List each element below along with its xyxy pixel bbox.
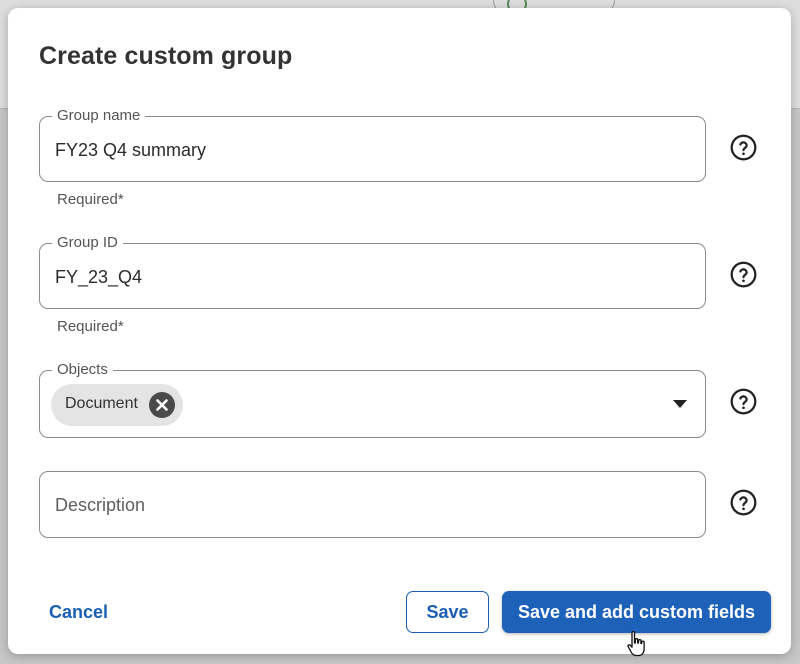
group-id-value: FY_23_Q4 — [55, 267, 143, 287]
save-button[interactable]: Save — [406, 591, 489, 633]
question-circle-icon[interactable] — [730, 261, 757, 288]
caret-down-icon[interactable] — [673, 400, 687, 408]
group-id-helper: Required* — [57, 318, 124, 335]
object-chip-document: Document — [51, 384, 183, 426]
close-circle-icon[interactable] — [149, 392, 175, 418]
chip-label: Document — [65, 395, 138, 412]
dialog-title: Create custom group — [39, 42, 293, 70]
save-and-add-custom-fields-button[interactable]: Save and add custom fields — [502, 591, 771, 633]
question-circle-icon[interactable] — [730, 134, 757, 161]
group-name-field[interactable]: Group name FY23 Q4 summary — [39, 106, 706, 182]
objects-label: Objects — [52, 360, 113, 380]
description-placeholder: Description — [55, 495, 146, 515]
create-custom-group-dialog: Create custom group Group name FY23 Q4 s… — [8, 8, 791, 657]
hand-pointer-cursor-icon — [627, 630, 645, 657]
group-name-helper: Required* — [57, 191, 124, 208]
description-field[interactable]: Description — [39, 471, 706, 538]
group-id-label: Group ID — [52, 233, 123, 253]
group-name-value: FY23 Q4 summary — [55, 140, 207, 160]
question-circle-icon[interactable] — [730, 489, 757, 516]
question-circle-icon[interactable] — [730, 388, 757, 415]
group-name-label: Group name — [52, 106, 146, 126]
group-id-field[interactable]: Group ID FY_23_Q4 — [39, 233, 706, 309]
objects-select[interactable]: Objects Document — [39, 360, 706, 438]
cancel-button[interactable]: Cancel — [49, 602, 108, 623]
